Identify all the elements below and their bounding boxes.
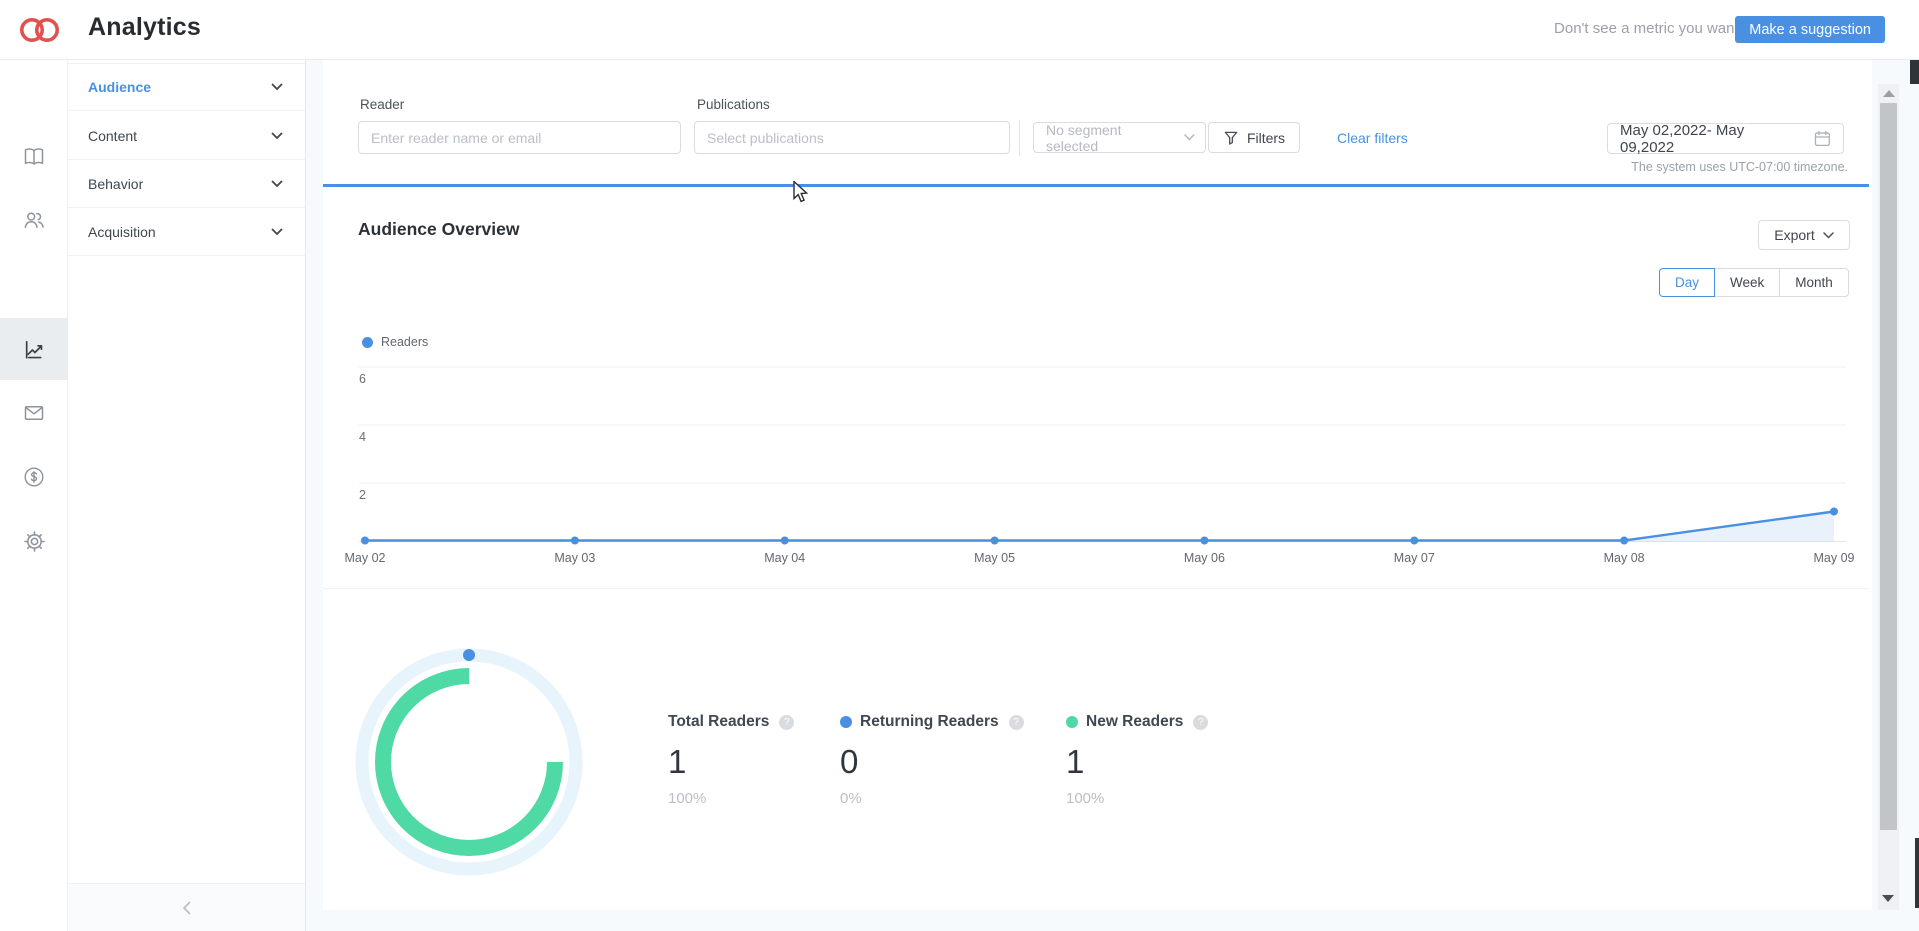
- users-icon[interactable]: [0, 196, 68, 244]
- calendar-icon: [1814, 130, 1831, 147]
- stat-dot-icon: [840, 716, 852, 728]
- export-button-label: Export: [1774, 227, 1814, 243]
- stat-percent: 100%: [1066, 790, 1208, 807]
- brand-logo-icon[interactable]: [16, 12, 64, 53]
- mail-icon[interactable]: [0, 389, 68, 437]
- stat-returning-readers: Returning Readers ? 0 0%: [840, 712, 1024, 807]
- stat-value: 0: [840, 743, 1024, 781]
- scroll-up-arrow-icon[interactable]: [1883, 90, 1895, 97]
- reader-filter-label: Reader: [360, 97, 404, 112]
- clear-filters-link[interactable]: Clear filters: [1337, 130, 1408, 146]
- toggle-week-button[interactable]: Week: [1714, 268, 1780, 297]
- scroll-down-arrow-icon[interactable]: [1882, 895, 1894, 902]
- publications-filter-label: Publications: [697, 97, 770, 112]
- chart-legend[interactable]: Readers: [362, 335, 428, 349]
- sidebar-item-label: Acquisition: [88, 224, 271, 240]
- metric-prompt-text: Don't see a metric you want?: [1554, 20, 1747, 37]
- scrollbar-thumb[interactable]: [1880, 103, 1897, 830]
- export-button[interactable]: Export: [1758, 220, 1850, 250]
- book-icon[interactable]: [0, 133, 68, 181]
- svg-text:May 07: May 07: [1394, 551, 1435, 565]
- svg-text:May 02: May 02: [345, 551, 386, 565]
- screen-edge-artifact: [1915, 838, 1919, 908]
- collapse-chevron-icon: [182, 901, 191, 915]
- legend-label: Readers: [381, 335, 428, 349]
- date-range-value: May 02,2022- May 09,2022: [1620, 122, 1800, 156]
- mouse-cursor: [793, 181, 815, 210]
- sidebar-collapse-button[interactable]: [68, 883, 305, 931]
- sidebar-item-behavior[interactable]: Behavior: [68, 160, 305, 208]
- sidebar-item-audience[interactable]: Audience: [68, 63, 305, 111]
- stat-percent: 0%: [840, 790, 1024, 807]
- toggle-month-button[interactable]: Month: [1779, 268, 1849, 297]
- filters-button-label: Filters: [1247, 130, 1285, 146]
- granularity-toggle: Day Week Month: [1659, 268, 1849, 297]
- page-title: Analytics: [88, 13, 201, 42]
- svg-text:May 03: May 03: [554, 551, 595, 565]
- segment-select-value: No segment selected: [1046, 122, 1174, 154]
- svg-text:4: 4: [359, 430, 366, 444]
- stat-label: Returning Readers: [860, 713, 999, 731]
- stat-label: Total Readers: [668, 713, 769, 731]
- filters-button[interactable]: Filters: [1208, 122, 1300, 153]
- section-divider: [323, 588, 1869, 589]
- chevron-down-icon: [271, 180, 283, 188]
- svg-text:May 09: May 09: [1814, 551, 1855, 565]
- stat-total-readers: Total Readers ? 1 100%: [668, 712, 794, 807]
- sidebar-item-label: Behavior: [88, 176, 271, 192]
- chevron-down-icon: [271, 83, 283, 91]
- reader-search-input[interactable]: [358, 121, 681, 154]
- analytics-app: Analytics Don't see a metric you want? M…: [0, 0, 1919, 931]
- top-header: Analytics Don't see a metric you want? M…: [0, 0, 1919, 60]
- revenue-dollar-icon[interactable]: [0, 453, 68, 501]
- analytics-chart-icon[interactable]: [0, 318, 68, 380]
- timezone-note: The system uses UTC-07:00 timezone.: [1592, 160, 1848, 174]
- sidebar-item-acquisition[interactable]: Acquisition: [68, 208, 305, 256]
- help-icon[interactable]: ?: [779, 715, 794, 730]
- legend-dot-icon: [362, 337, 373, 348]
- chevron-down-icon: [1823, 232, 1834, 239]
- svg-text:2: 2: [359, 488, 366, 502]
- stat-value: 1: [668, 743, 794, 781]
- section-title: Audience Overview: [358, 219, 519, 240]
- readers-line-chart: 2 4 6 May 02 May 03 May 04 May 05 May 06 May 07 M…: [326, 355, 1872, 570]
- sidebar-item-label: Audience: [88, 79, 271, 95]
- svg-text:May 08: May 08: [1604, 551, 1645, 565]
- svg-text:May 04: May 04: [764, 551, 805, 565]
- chevron-down-icon: [1184, 134, 1195, 141]
- publications-select-input[interactable]: [694, 121, 1010, 154]
- sidebar-nav: Audience Content Behavior Acquisition: [68, 60, 306, 931]
- stat-dot-icon: [1066, 716, 1078, 728]
- filter-funnel-icon: [1223, 130, 1239, 146]
- svg-text:May 05: May 05: [974, 551, 1015, 565]
- sidebar-item-content[interactable]: Content: [68, 112, 305, 160]
- segment-select[interactable]: No segment selected: [1033, 122, 1206, 153]
- help-icon[interactable]: ?: [1009, 715, 1024, 730]
- active-tab-indicator: [323, 184, 1869, 187]
- date-range-picker[interactable]: May 02,2022- May 09,2022: [1607, 123, 1844, 154]
- svg-text:6: 6: [359, 372, 366, 386]
- stat-percent: 100%: [668, 790, 794, 807]
- chevron-down-icon: [271, 132, 283, 140]
- stat-label: New Readers: [1086, 713, 1183, 731]
- toggle-day-button[interactable]: Day: [1659, 268, 1715, 297]
- make-suggestion-button[interactable]: Make a suggestion: [1735, 16, 1885, 43]
- help-icon[interactable]: ?: [1193, 715, 1208, 730]
- settings-gear-icon[interactable]: [0, 517, 68, 565]
- svg-text:May 06: May 06: [1184, 551, 1225, 565]
- readers-donut-chart: [354, 644, 584, 880]
- chevron-down-icon: [271, 228, 283, 236]
- sidebar-item-label: Content: [88, 128, 271, 144]
- stat-new-readers: New Readers ? 1 100%: [1066, 712, 1208, 807]
- stat-value: 1: [1066, 743, 1208, 781]
- icon-rail: [0, 60, 68, 931]
- filter-separator: [1019, 120, 1020, 156]
